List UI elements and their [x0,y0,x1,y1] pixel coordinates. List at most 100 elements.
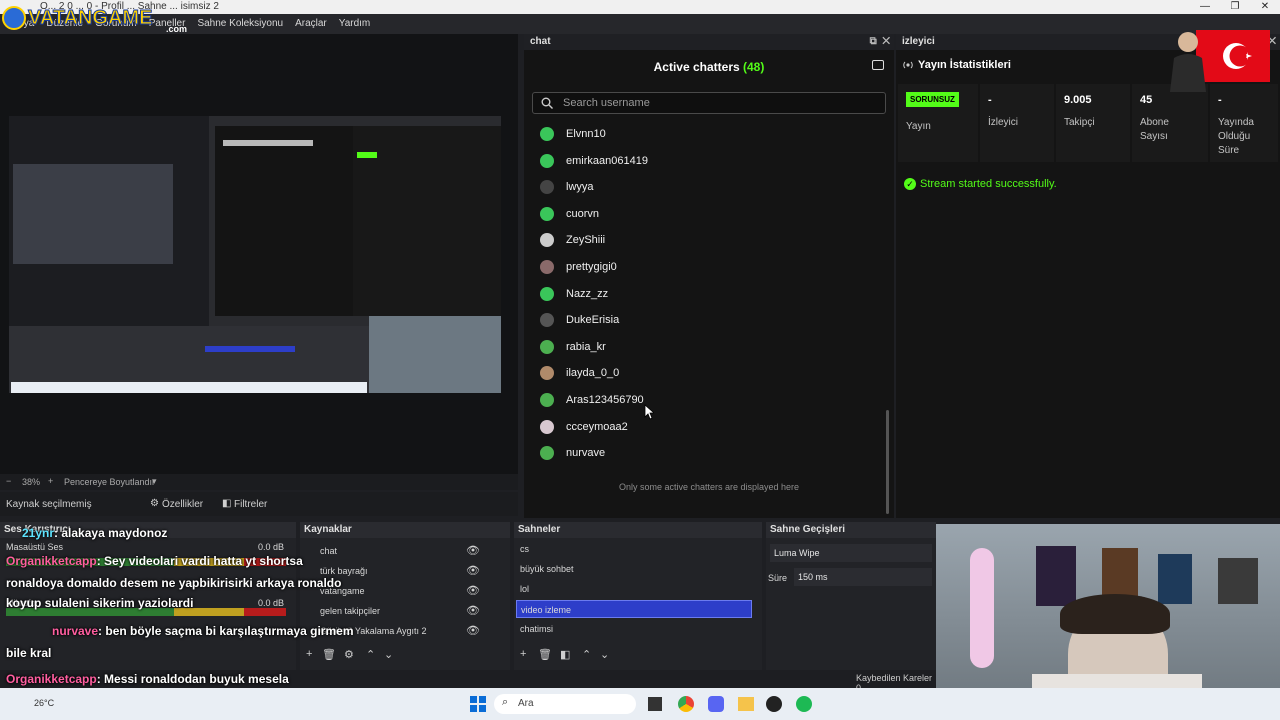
chatter-name: lwyya [566,181,594,194]
menu-help[interactable]: Yardım [333,14,377,34]
overlay-chat-line: bile kral [6,646,51,660]
weather-temp: 26°C [34,698,55,708]
duration-input[interactable]: 150 ms [794,568,932,586]
resize-to-window-label[interactable]: Pencereye Boyutlandır [64,477,155,487]
maximize-button[interactable]: ❐ [1220,0,1250,14]
avatar [540,206,554,221]
overlay-chat-line: nurvave: ben böyle saçma bi karşılaştırm… [52,624,353,638]
chatter-name: Aras123456790 [566,394,644,406]
chat-dock-header: chat ⧉ ✕ [524,34,894,50]
chatter-item[interactable]: Nazz_zz [540,284,870,304]
avatar [540,393,554,407]
close-icon[interactable]: ✕ [882,36,890,47]
discord-icon[interactable] [708,696,724,712]
source-toolbar: Kaynak seçilmemiş ⚙ Özellikler ◧ Filtrel… [0,492,518,516]
filters-button[interactable]: Filtreler [234,499,267,510]
overlay-chat-line: ronaldoya domaldo desem ne yapbikirisirk… [6,576,341,590]
down-icon[interactable]: ⌄ [600,648,609,661]
add-scene-button[interactable]: + [520,648,526,660]
taskbar-search[interactable]: ⌕ Ara [494,694,636,714]
chatter-item[interactable]: DukeErisia [540,310,870,330]
chatter-name: ilayda_0_0 [566,367,620,380]
chevron-down-icon[interactable]: ▾ [152,476,157,487]
chat-scrollbar[interactable] [886,410,889,514]
eye-icon[interactable]: 👁 [466,564,480,577]
minimize-button[interactable]: — [1190,0,1220,14]
scene-item[interactable]: büyük sohbet [516,560,752,578]
avatar [540,339,554,354]
filter-icon: ◧ [222,498,232,509]
chatter-name: Elvnn10 [566,128,606,140]
menu-scene-collection[interactable]: Sahne Koleksiyonu [191,14,289,34]
float-icon[interactable]: ⧉ [870,36,877,47]
eye-icon[interactable]: 👁 [466,624,480,637]
avatar [540,180,554,195]
filter-icon[interactable]: ◧ [560,648,570,661]
search-input[interactable]: Search username [532,92,886,114]
menu-tools[interactable]: Araçlar [289,14,333,34]
stat-label: Yayın [906,121,931,132]
scenes-title: Sahneler [514,522,762,538]
overlay-chat-message: ronaldoya domaldo desem ne yapbikirisirk… [6,576,342,590]
stats-dock: izleyici ⧉ ✕ Yayın İstatistikleri SORUNS… [896,34,1280,518]
transition-select[interactable]: Luma Wipe [770,544,932,562]
avatar [540,366,554,381]
overlay-chat-line: Organikketcapp: Sey videolari vardi hatt… [6,554,303,568]
chatter-item[interactable]: cuorvn [540,204,870,224]
stat-label: Yayında Olduğu Süre [1218,117,1254,156]
zoom-out-button[interactable]: − [6,476,11,486]
eye-icon[interactable]: 👁 [466,584,480,597]
scene-item[interactable]: lol [516,580,752,598]
duration-label: Süre [768,573,788,583]
svg-text:.com: .com [166,24,187,34]
properties-button[interactable]: Özellikler [162,499,203,510]
popout-icon[interactable] [872,60,884,70]
chatter-item[interactable]: ilayda_0_0 [540,363,870,383]
chat-overlay: 21ynr: alakaya maydonoz Organikketcapp: S… [0,524,420,714]
chatter-item[interactable]: rabia_kr [540,337,870,357]
chatter-name: ZeyShiii [566,234,606,247]
vatangame-logo: VATANGAME .com [0,2,196,34]
status-badge: SORUNSUZ [906,92,959,107]
file-explorer-icon[interactable] [738,697,754,711]
up-icon[interactable]: ⌃ [582,648,591,661]
stream-stats-heading: Yayın İstatistikleri [918,59,1011,71]
zoom-level: 38% [22,477,41,487]
avatar [540,446,554,461]
chatters-footnote: Only some active chatters are displayed … [618,482,800,492]
windows-start-icon[interactable] [470,696,486,712]
scene-item[interactable]: cs [516,540,752,558]
spotify-icon[interactable] [796,696,812,712]
chatter-item[interactable]: ZeyShiii [540,230,870,250]
scene-item[interactable]: chatimsi [516,620,752,638]
eye-icon[interactable]: 👁 [466,604,480,617]
chrome-icon[interactable] [678,696,694,712]
chatter-name: emirkaan061419 [566,154,648,167]
close-button[interactable]: ✕ [1250,0,1280,14]
stream-started-message: ✓ Stream started successfully. [904,178,1057,190]
chatter-item[interactable]: prettygigi0 [540,257,870,277]
chatter-item[interactable]: nurvave [540,443,870,463]
overlay-chat-user: nurvave [52,624,99,638]
broadcast-icon [903,61,913,69]
trash-icon[interactable]: 🗑 [538,648,552,661]
stat-uptime: - Yayında Olduğu Süre [1210,84,1278,162]
overlay-chat-message: : Messi ronaldodan buyuk mesela [96,672,289,686]
chatter-item[interactable]: Elvnn10 [540,124,870,144]
eye-icon[interactable]: 👁 [466,544,480,557]
scene-item-selected[interactable]: video izleme [516,600,752,618]
task-view-icon[interactable] [648,697,662,711]
overlay-chat-message: : alakaya maydonoz [54,526,168,540]
chatter-item[interactable]: Aras123456790 [540,390,870,410]
obs-icon[interactable] [766,696,782,712]
zoom-in-button[interactable]: + [48,476,53,486]
chatter-item[interactable]: ccceymoaa2 [540,417,870,437]
search-placeholder: Search username [563,97,650,109]
chatter-item[interactable]: emirkaan061419 [540,151,870,171]
chatter-name: cuorvn [566,207,600,220]
chatter-item[interactable]: lwyya [540,177,870,197]
search-icon [541,97,553,109]
check-circle-icon: ✓ [904,178,916,190]
chat-dock: chat ⧉ ✕ Active chatters (48) Search use… [524,34,894,518]
stat-value: - [1218,94,1222,106]
